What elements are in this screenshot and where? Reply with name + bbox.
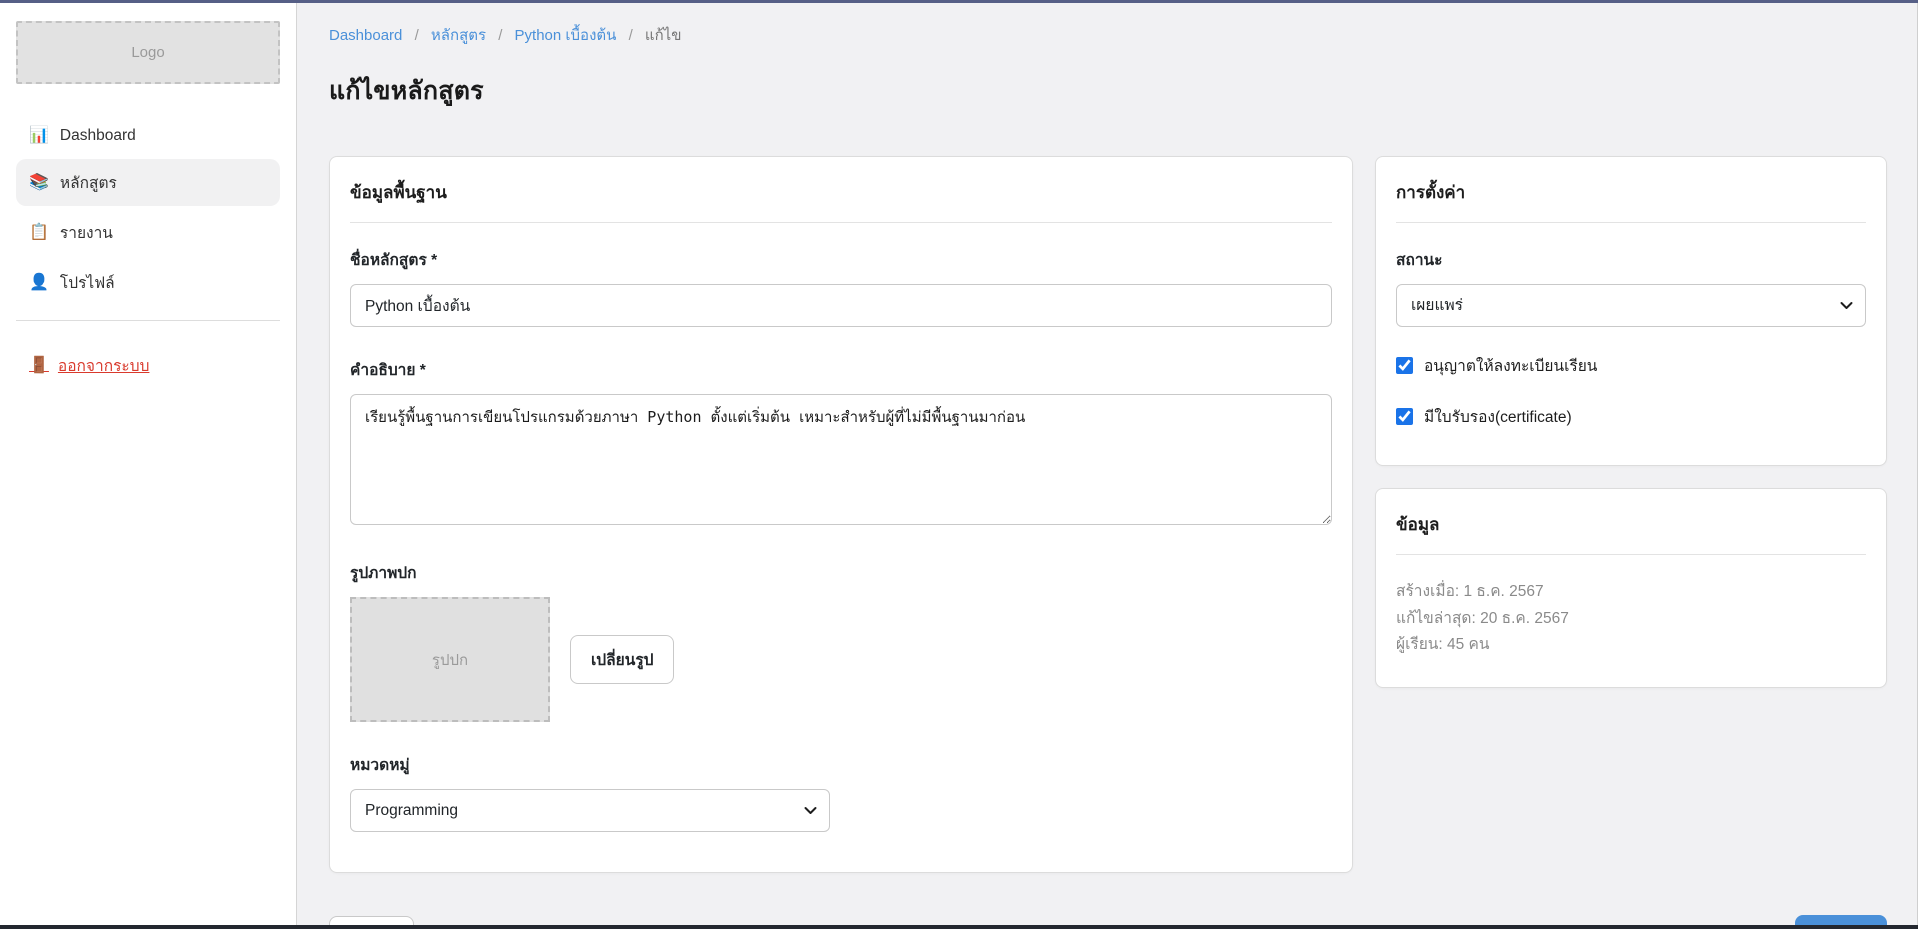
course-name-input[interactable]	[350, 284, 1332, 327]
books-icon: 📚	[29, 175, 49, 191]
allow-enroll-label[interactable]: อนุญาตให้ลงทะเบียนเรียน	[1424, 353, 1597, 378]
breadcrumb-dashboard[interactable]: Dashboard	[329, 27, 402, 44]
person-icon: 👤	[29, 275, 49, 291]
sidebar-item-label: Dashboard	[60, 127, 136, 145]
category-label: หมวดหมู่	[350, 752, 1332, 777]
card-divider	[1396, 222, 1866, 223]
sidebar-item-label: หลักสูตร	[60, 170, 117, 195]
app-root: Logo 📊 Dashboard 📚 หลักสูตร 📋 รายงาน 👤 โ…	[0, 3, 1918, 925]
sidebar-item-label: โปรไฟล์	[60, 270, 115, 295]
breadcrumb: Dashboard / หลักสูตร / Python เบื้องต้น …	[329, 23, 1887, 47]
side-column: การตั้งค่า สถานะ เผยแพร่ อนุญาตให้ลงทะ	[1375, 156, 1887, 688]
logout-label: ออกจากระบบ	[58, 353, 150, 378]
cover-placeholder-text: รูปปก	[432, 648, 468, 672]
sidebar-item-profile[interactable]: 👤 โปรไฟล์	[16, 259, 280, 306]
logout-link[interactable]: 🚪 ออกจากระบบ	[16, 347, 162, 384]
certificate-checkbox[interactable]	[1396, 408, 1413, 425]
description-group: คำอธิบาย * เรียนรู้พื้นฐานการเขียนโปรแกร…	[350, 357, 1332, 530]
sidebar-item-courses[interactable]: 📚 หลักสูตร	[16, 159, 280, 206]
certificate-row: มีใบรับรอง(certificate)	[1396, 404, 1866, 429]
door-icon: 🚪	[29, 358, 49, 374]
sidebar: Logo 📊 Dashboard 📚 หลักสูตร 📋 รายงาน 👤 โ…	[0, 3, 297, 925]
cover-image-group: รูปภาพปก รูปปก เปลี่ยนรูป	[350, 560, 1332, 722]
breadcrumb-courses[interactable]: หลักสูตร	[431, 27, 486, 44]
status-select-wrap: เผยแพร่	[1396, 284, 1866, 327]
status-label: สถานะ	[1396, 247, 1866, 272]
certificate-label[interactable]: มีใบรับรอง(certificate)	[1424, 404, 1572, 429]
info-card: ข้อมูล สร้างเมื่อ: 1 ธ.ค. 2567 แก้ไขล่าส…	[1375, 488, 1887, 688]
cover-image-placeholder: รูปปก	[350, 597, 550, 722]
content-row: ข้อมูลพื้นฐาน ชื่อหลักสูตร * คำอธิบาย * …	[329, 156, 1887, 873]
window-bottom-strip	[0, 925, 1918, 929]
bar-chart-icon: 📊	[29, 128, 49, 144]
category-select[interactable]: Programming	[350, 789, 830, 832]
last-edited-text: แก้ไขล่าสุด: 20 ธ.ค. 2567	[1396, 606, 1866, 633]
main-content: Dashboard / หลักสูตร / Python เบื้องต้น …	[297, 3, 1917, 925]
allow-enroll-checkbox[interactable]	[1396, 357, 1413, 374]
breadcrumb-current: แก้ไข	[645, 27, 682, 44]
change-image-button[interactable]: เปลี่ยนรูป	[570, 635, 674, 684]
allow-enroll-row: อนุญาตให้ลงทะเบียนเรียน	[1396, 353, 1866, 378]
sidebar-item-dashboard[interactable]: 📊 Dashboard	[16, 116, 280, 156]
cover-row: รูปปก เปลี่ยนรูป	[350, 597, 1332, 722]
status-select[interactable]: เผยแพร่	[1396, 284, 1866, 327]
created-date-text: สร้างเมื่อ: 1 ธ.ค. 2567	[1396, 579, 1866, 606]
course-name-group: ชื่อหลักสูตร *	[350, 247, 1332, 327]
info-card-title: ข้อมูล	[1396, 511, 1866, 538]
sidebar-nav: 📊 Dashboard 📚 หลักสูตร 📋 รายงาน 👤 โปรไฟล…	[16, 116, 280, 306]
category-select-wrap: Programming	[350, 789, 830, 832]
card-divider	[1396, 554, 1866, 555]
logo-placeholder: Logo	[16, 21, 280, 84]
breadcrumb-separator: /	[629, 27, 633, 44]
basic-info-card-title: ข้อมูลพื้นฐาน	[350, 179, 1332, 206]
clipboard-icon: 📋	[29, 225, 49, 241]
breadcrumb-separator: /	[498, 27, 502, 44]
category-group: หมวดหมู่ Programming	[350, 752, 1332, 832]
sidebar-divider	[16, 320, 280, 321]
description-textarea[interactable]: เรียนรู้พื้นฐานการเขียนโปรแกรมด้วยภาษา P…	[350, 394, 1332, 525]
card-divider	[350, 222, 1332, 223]
description-label: คำอธิบาย *	[350, 357, 1332, 382]
sidebar-item-label: รายงาน	[60, 220, 113, 245]
logo-text: Logo	[131, 44, 164, 61]
page-title: แก้ไขหลักสูตร	[329, 71, 1887, 111]
course-name-label: ชื่อหลักสูตร *	[350, 247, 1332, 272]
cover-image-label: รูปภาพปก	[350, 560, 1332, 585]
basic-info-card: ข้อมูลพื้นฐาน ชื่อหลักสูตร * คำอธิบาย * …	[329, 156, 1353, 873]
settings-card: การตั้งค่า สถานะ เผยแพร่ อนุญาตให้ลงทะ	[1375, 156, 1887, 466]
learner-count-text: ผู้เรียน: 45 คน	[1396, 632, 1866, 659]
breadcrumb-separator: /	[415, 27, 419, 44]
sidebar-item-reports[interactable]: 📋 รายงาน	[16, 209, 280, 256]
breadcrumb-course-name[interactable]: Python เบื้องต้น	[515, 27, 617, 44]
settings-card-title: การตั้งค่า	[1396, 179, 1866, 206]
